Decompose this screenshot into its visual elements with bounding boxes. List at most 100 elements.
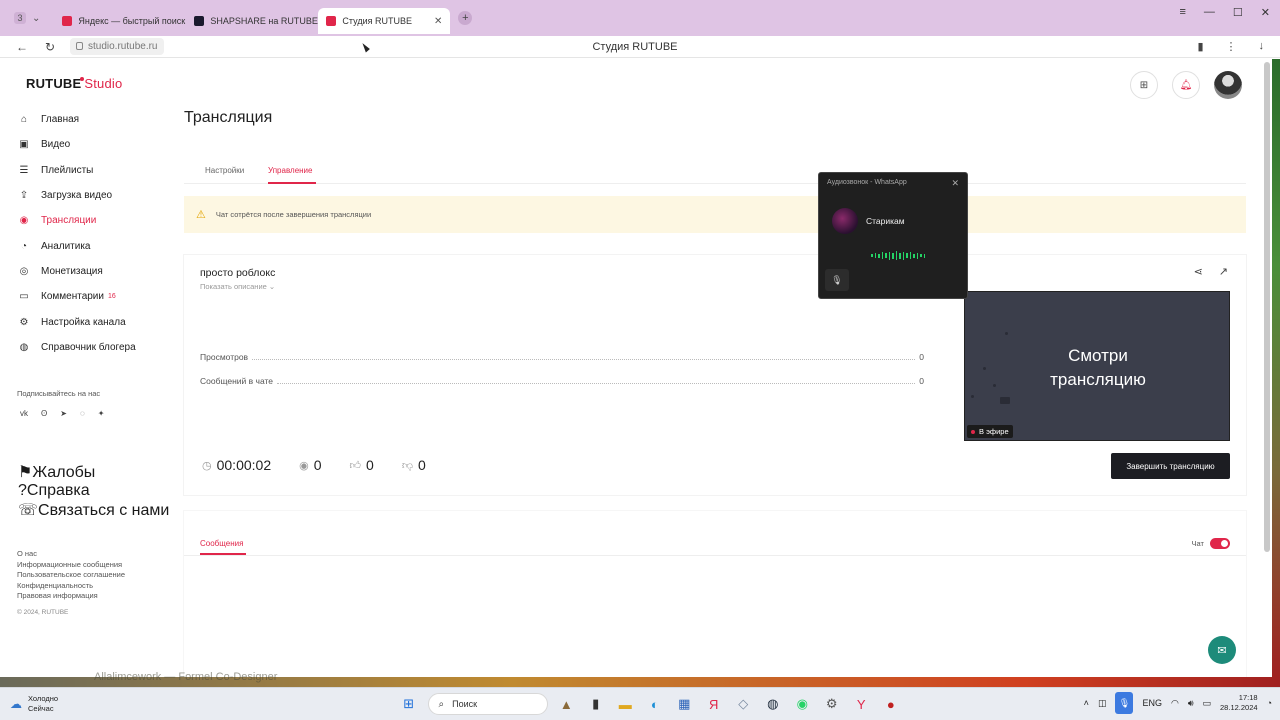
steam-icon[interactable]: ◍: [758, 693, 788, 715]
tab-label: Яндекс — быстрый поиск: [78, 16, 186, 26]
ok-icon[interactable]: ʘ: [41, 409, 47, 418]
yandex-browser-icon[interactable]: Я: [699, 693, 729, 715]
divider: [184, 555, 1246, 556]
download-icon[interactable]: ↓: [1259, 40, 1265, 53]
sidebar-item-analytics[interactable]: ◔ Аналитика: [18, 233, 178, 258]
menu-icon[interactable]: ≡: [1179, 6, 1185, 19]
tab-messages[interactable]: Сообщения: [200, 539, 243, 548]
clock-icon: ◷: [202, 459, 212, 472]
rutube-favicon-icon: [326, 16, 337, 26]
support-chat-button[interactable]: ✉: [1208, 636, 1236, 664]
messages-panel: Сообщения Чат: [184, 511, 1246, 677]
live-badge: В эфире: [967, 425, 1013, 438]
sidebar-item-contact[interactable]: ☏Связаться с нами: [18, 500, 178, 520]
weather-widget[interactable]: ☁ Холодно Сейчас: [10, 694, 58, 714]
likes-metric: 👍︎ 0: [350, 457, 374, 473]
preview-speck: [1000, 397, 1010, 404]
stream-preview[interactable]: Смотри трансляцию В эфире: [964, 291, 1230, 441]
microphone-icon[interactable]: 🎙︎: [825, 269, 849, 291]
sidebar-item-monetization[interactable]: ◎ Монетизация: [18, 259, 178, 284]
tab-settings[interactable]: Настройки: [205, 166, 244, 175]
close-window-icon[interactable]: ✕: [1261, 6, 1270, 19]
edge-icon[interactable]: ◐: [640, 693, 670, 715]
task-view-icon[interactable]: ▮: [581, 693, 611, 715]
taskbar-apps: ⊞ ⌕ Поиск ▲ ▮ ▬ ◐ ▦ Я ◇ ◍ ◉ ⚙ Y ●: [394, 693, 906, 715]
start-icon[interactable]: ⊞: [394, 693, 424, 715]
browser-tab-yandex[interactable]: Яндекс — быстрый поиск: [54, 8, 186, 34]
wifi-icon[interactable]: ◠: [1171, 698, 1179, 709]
sidebar-item-handbook[interactable]: ◍ Справочник блогера: [18, 335, 178, 360]
stream-title: просто роблокс: [200, 267, 276, 279]
minimize-icon[interactable]: —: [1204, 6, 1215, 19]
battery-icon[interactable]: ▭: [1203, 698, 1212, 709]
volume-icon[interactable]: 🔊︎: [1188, 698, 1194, 709]
new-tab-button[interactable]: +: [458, 11, 473, 25]
contact-icon: ☏: [18, 502, 39, 519]
taskbar-search[interactable]: ⌕ Поиск: [427, 693, 548, 715]
sidebar-item-playlists[interactable]: ☰ Плейлисты: [18, 158, 178, 183]
maximize-icon[interactable]: ☐: [1233, 6, 1243, 19]
footer-link[interactable]: Пользовательское соглашение: [17, 570, 125, 581]
clock[interactable]: 17:18 28.12.2024: [1220, 693, 1258, 713]
sidebar-item-upload[interactable]: ⇪ Загрузка видео: [18, 183, 178, 208]
notification-center-icon[interactable]: ◔: [1267, 698, 1272, 708]
share-icon[interactable]: ⋖: [1194, 265, 1203, 278]
sidebar-item-broadcasts[interactable]: ◉ Трансляции: [18, 208, 178, 233]
language-indicator[interactable]: ENG: [1142, 698, 1162, 708]
chevron-up-icon[interactable]: ˄: [1084, 698, 1089, 708]
sidebar-item-help[interactable]: ?Справка: [18, 482, 178, 500]
sidebar-item-label: Связаться с нами: [38, 502, 170, 519]
more-icon[interactable]: ⋮: [1226, 40, 1237, 53]
microphone-icon[interactable]: 🎙︎: [1115, 692, 1134, 714]
yandex-icon[interactable]: Y: [847, 693, 877, 715]
footer-link[interactable]: Конфиденциальность: [17, 581, 125, 592]
address-bar: ← ↻ studio.rutube.ru Студия RUTUBE ▮ ⋮ ↓: [0, 36, 1280, 58]
copyright: © 2024, RUTUBE: [17, 609, 69, 616]
file-explorer-icon[interactable]: ▬: [611, 693, 641, 715]
notifications-icon[interactable]: 🔔︎: [1172, 71, 1200, 99]
studio-page: RUTUBE Studio ⌂ Главная ▣ Видео ☰ Плейлисты …: [6, 59, 1262, 677]
monetization-icon: ◎: [19, 265, 29, 277]
sidebar-item-complaints[interactable]: ⚑Жалобы: [18, 462, 178, 482]
sidebar-item-comments[interactable]: ▭ Комментарии 16: [18, 284, 178, 309]
windows-taskbar: ☁ Холодно Сейчас ⊞ ⌕ Поиск ▲ ▮ ▬ ◐ ▦ Я ◇ …: [0, 687, 1280, 720]
close-tab-icon[interactable]: ✕: [434, 16, 442, 27]
chat-toggle[interactable]: [1210, 538, 1230, 549]
footer-link[interactable]: Правовая информация: [17, 591, 125, 602]
network-icon[interactable]: ◫: [1098, 698, 1107, 709]
browser-tab-studio[interactable]: Студия RUTUBE ✕: [318, 8, 451, 34]
tabs-dropdown-icon[interactable]: ⌄: [32, 13, 40, 24]
open-external-icon[interactable]: ↗: [1219, 265, 1228, 278]
close-icon[interactable]: ✕: [951, 178, 959, 189]
vk-icon[interactable]: vk: [20, 409, 28, 418]
sidebar-item-home[interactable]: ⌂ Главная: [18, 107, 178, 132]
sidebar-item-video[interactable]: ▣ Видео: [18, 132, 178, 157]
add-video-icon[interactable]: ⊞: [1130, 71, 1158, 99]
show-description-link[interactable]: Показать описание ⌄: [200, 282, 275, 291]
preview-line: Смотри: [1068, 346, 1128, 365]
page-scrollbar[interactable]: [1264, 62, 1270, 552]
telegram-icon[interactable]: ➤: [60, 409, 67, 418]
plus-icon[interactable]: ✦: [98, 409, 105, 418]
footer-link[interactable]: О нас: [17, 549, 125, 560]
rutube-studio-logo[interactable]: RUTUBE Studio: [26, 76, 122, 91]
stat-label: Просмотров: [200, 352, 249, 362]
comments-icon: ▭: [19, 291, 29, 303]
bookmark-icon[interactable]: ▮: [1197, 40, 1203, 53]
footer-link[interactable]: Информационные сообщения: [17, 560, 125, 571]
store-icon[interactable]: ▦: [670, 693, 700, 715]
app-icon[interactable]: ●: [876, 693, 906, 715]
sidebar-item-label: Аналитика: [41, 240, 91, 252]
tab-control[interactable]: Управление: [268, 166, 312, 175]
sidebar-item-channel-settings[interactable]: ⚙ Настройка канала: [18, 309, 178, 334]
browser-tab-shapshare[interactable]: SHAPSHARE на RUTUBE: [186, 8, 318, 34]
app-icon[interactable]: ▲: [552, 693, 582, 715]
whatsapp-icon[interactable]: ◉: [788, 693, 818, 715]
app-icon[interactable]: ◇: [729, 693, 759, 715]
tab-counter[interactable]: 3: [14, 12, 26, 24]
settings-icon[interactable]: ⚙: [817, 693, 847, 715]
stream-metrics: ◷ 00:00:02 ◉ 0 👍︎ 0 👎︎ 0: [202, 457, 454, 473]
end-stream-button[interactable]: Завершить трансляцию: [1111, 453, 1230, 479]
avatar[interactable]: [1214, 71, 1242, 99]
viber-icon[interactable]: ◌: [80, 409, 85, 418]
